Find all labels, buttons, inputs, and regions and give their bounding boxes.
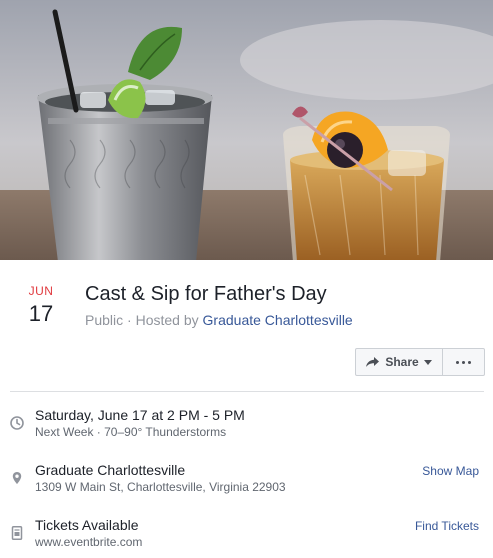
event-privacy: Public	[85, 312, 124, 328]
subline-separator: ·	[123, 312, 136, 328]
section-divider	[10, 391, 484, 392]
tickets-source-link[interactable]: www.eventbrite.com	[35, 534, 142, 550]
event-subline: Public · Hosted by Graduate Charlottesvi…	[85, 311, 353, 329]
tickets-available: Tickets Available	[35, 517, 139, 533]
caret-down-icon	[423, 359, 432, 365]
share-button[interactable]: Share	[355, 348, 443, 376]
more-dots-icon	[456, 360, 471, 364]
ticket-icon	[11, 526, 23, 540]
event-title: Cast & Sip for Father's Day	[85, 283, 327, 305]
show-map-link[interactable]: Show Map	[422, 463, 479, 479]
hosted-by-label: Hosted by	[135, 312, 203, 328]
event-date-day: 17	[28, 301, 54, 326]
event-time-weather: Next Week · 70–90° Thunderstorms	[35, 425, 227, 439]
event-time[interactable]: Saturday, June 17 at 2 PM - 5 PM	[35, 406, 245, 424]
event-cover-photo[interactable]	[0, 0, 493, 260]
event-location-name[interactable]: Graduate Charlottesville	[35, 461, 185, 479]
share-arrow-icon	[366, 357, 380, 367]
more-options-button[interactable]	[442, 348, 485, 376]
event-host-link[interactable]: Graduate Charlottesville	[203, 312, 353, 328]
event-date: JUN 17	[20, 284, 62, 328]
share-button-label: Share	[385, 355, 419, 369]
find-tickets-link[interactable]: Find Tickets	[415, 518, 479, 534]
event-date-month: JUN	[28, 284, 54, 298]
event-location-address: 1309 W Main St, Charlottesville, Virgini…	[35, 480, 286, 494]
map-pin-icon	[12, 472, 22, 484]
clock-icon	[10, 416, 24, 430]
